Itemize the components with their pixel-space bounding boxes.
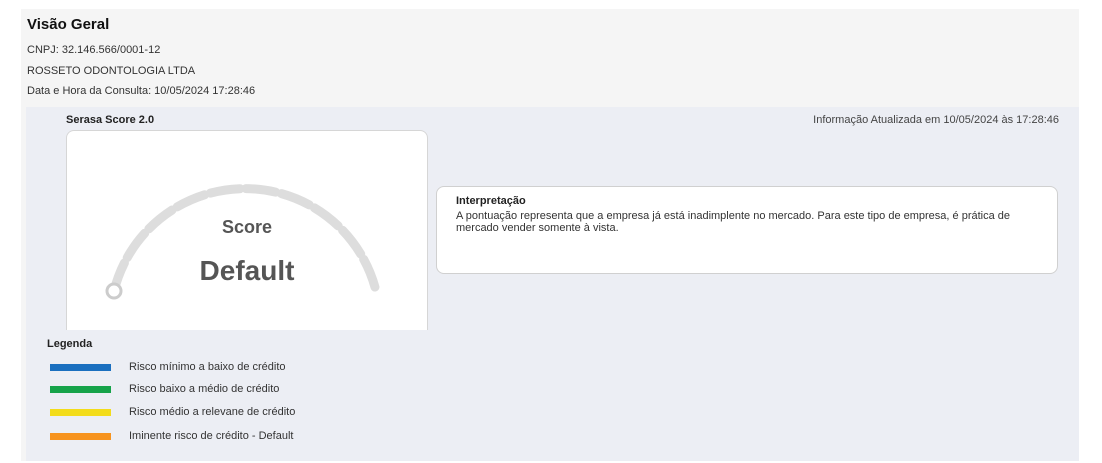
score-section: Serasa Score 2.0 Informação Atualizada e… (26, 107, 1079, 331)
score-section-title: Serasa Score 2.0 (66, 114, 155, 126)
cnpj-text: CNPJ: 32.146.566/0001-12 (27, 44, 161, 56)
legend-label: Risco mínimo a baixo de crédito (129, 361, 286, 373)
interpretation-text: A pontuação representa que a empresa já … (456, 210, 1011, 234)
updated-timestamp: Informação Atualizada em 10/05/2024 às 1… (813, 114, 1059, 126)
overview-panel: Visão Geral CNPJ: 32.146.566/0001-12 ROS… (21, 9, 1079, 461)
legend-swatch (50, 364, 111, 371)
gauge-label: Score (221, 217, 273, 237)
legend-label: Risco baixo a médio de crédito (129, 383, 280, 395)
legend-title: Legenda (47, 338, 93, 350)
legend-label: Risco médio a relevane de crédito (129, 406, 296, 418)
legend-swatch (50, 409, 111, 416)
company-name: ROSSETO ODONTOLOGIA LTDA (27, 65, 196, 77)
legend-swatch (50, 433, 111, 440)
legend-swatch (50, 386, 111, 393)
score-gauge-card: Score Default (66, 130, 428, 331)
interpretation-box: Interpretação A pontuação representa que… (436, 186, 1058, 274)
page-title: Visão Geral (27, 16, 110, 33)
gauge-value: Default (199, 255, 295, 286)
legend-section: Legenda Risco mínimo a baixo de crédito … (26, 330, 1079, 461)
interpretation-title: Interpretação (456, 195, 526, 207)
consult-datetime: Data e Hora da Consulta: 10/05/2024 17:2… (27, 85, 256, 97)
legend-label: Iminente risco de crédito - Default (129, 430, 294, 442)
